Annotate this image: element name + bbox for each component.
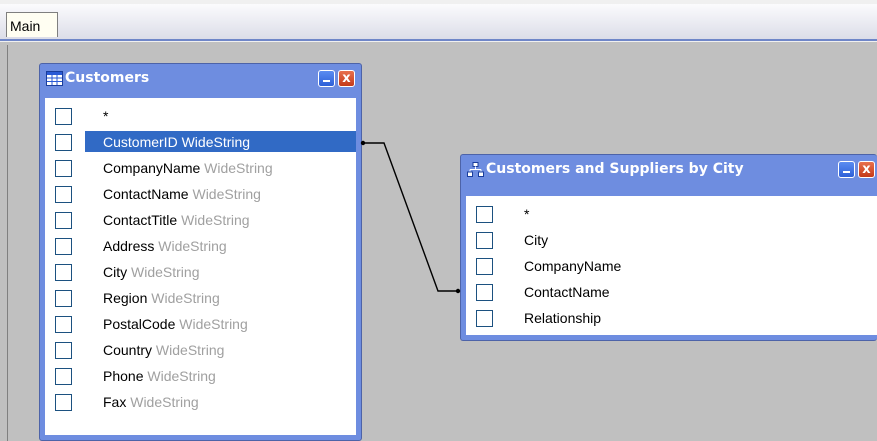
join-endpoint-left	[360, 140, 366, 146]
join-line[interactable]	[362, 142, 459, 292]
join-endpoint-right	[455, 288, 461, 294]
join-link-layer	[360, 140, 461, 294]
